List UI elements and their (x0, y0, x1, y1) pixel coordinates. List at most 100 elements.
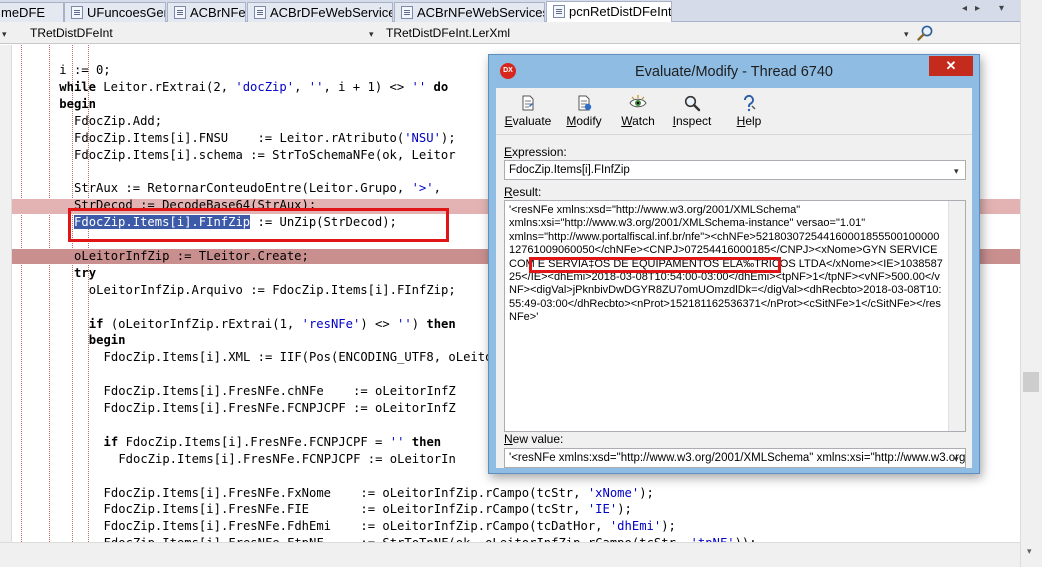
code-line[interactable]: while Leitor.rExtrai(2, 'docZip', '', i … (59, 80, 448, 95)
inspect-icon (684, 95, 701, 112)
tab-list-dropdown-icon[interactable]: ▾ (999, 3, 1004, 14)
code-line[interactable]: FdocZip.Add; (74, 114, 162, 129)
modify-button[interactable]: Modify (563, 94, 605, 132)
code-string: 'IE' (587, 502, 618, 517)
tab-scroll-left-icon[interactable]: ◂ (962, 3, 967, 14)
code-keyword: if (103, 434, 119, 449)
code-string: '' (411, 79, 427, 94)
code-string: 'NSU' (404, 130, 441, 145)
code-string: '' (389, 434, 405, 449)
code-token: Leitor.rExtrai(2, (95, 79, 236, 94)
new-value-label-text: ew value: (512, 432, 564, 446)
result-text-area[interactable]: '<resNFe xmlns:xsd="http://www.w3.org/20… (504, 200, 966, 432)
watch-label: atch (632, 114, 655, 128)
expression-label-text: xpression: (512, 145, 567, 159)
code-token: ); (617, 502, 632, 517)
code-token: FdocZip.Items[i].FNSU := Leitor.rAtribut… (74, 130, 405, 145)
new-value-dropdown-icon[interactable]: ▾ (954, 454, 959, 465)
code-token: FdocZip.Items[i].FresNFe.chNFe := oLeito… (103, 384, 456, 399)
new-value-input[interactable]: '<resNFe xmlns:xsd="http://www.w3.org/20… (504, 448, 966, 468)
code-token: , i + 1) <> (323, 79, 412, 94)
expression-dropdown-icon[interactable]: ▾ (954, 166, 959, 177)
code-keyword: if (88, 316, 104, 331)
annotation-highlight-box (529, 257, 781, 273)
scope-dropdown-icon[interactable]: ▾ (2, 29, 7, 40)
code-line[interactable]: FdocZip.Items[i].FresNFe.chNFe := oLeito… (104, 384, 456, 399)
code-line[interactable]: FdocZip.Items[i].FresNFe.FdhEmi := oLeit… (104, 519, 676, 534)
tab-ufuncoesgerais[interactable]: UFuncoesGerais (64, 2, 166, 22)
help-button[interactable]: Help (729, 94, 769, 132)
unit-file-icon (71, 6, 83, 19)
tab-medfe[interactable]: meDFE (0, 2, 64, 22)
watch-button[interactable]: Watch (617, 94, 659, 132)
code-line[interactable]: FdocZip.Items[i].FresNFe.FCNPJCPF := oLe… (104, 401, 456, 416)
code-keyword: while (59, 79, 96, 94)
code-token: FdocZip.Items[i].FresNFe.FCNPJCPF := oLe… (118, 451, 456, 466)
code-line[interactable]: if (oLeitorInfZip.rExtrai(1, 'resNFe') <… (89, 317, 456, 332)
tab-acbrdfewebservice[interactable]: ACBrDFeWebService (247, 2, 393, 22)
code-line[interactable]: StrAux := RetornarConteudoEntre(Leitor.G… (74, 181, 441, 196)
code-token: StrAux := RetornarConteudoEntre(Leitor.G… (74, 181, 412, 196)
watch-icon (629, 95, 647, 108)
code-string: 'resNFe' (301, 316, 361, 331)
tab-scroll-right-icon[interactable]: ▸ (975, 3, 980, 14)
code-line[interactable]: oLeitorInfZip.Arquivo := FdocZip.Items[i… (89, 283, 456, 298)
evaluate-button[interactable]: Evaluate (503, 94, 553, 132)
tab-label: ACBrDFeWebService (270, 5, 393, 20)
scrollbar-thumb[interactable] (1023, 372, 1039, 392)
code-token: , (433, 181, 441, 196)
inspect-button[interactable]: Inspect (669, 94, 715, 132)
unit-file-icon (254, 6, 266, 19)
class-combo[interactable]: TRetDistDFeInt (26, 24, 366, 42)
code-token: FdocZip.Add; (74, 113, 163, 128)
tab-label: meDFE (1, 5, 46, 20)
code-line[interactable]: FdocZip.Items[i].FresNFe.FIE := oLeitorI… (104, 502, 632, 517)
code-string: 'docZip' (235, 79, 295, 94)
expression-input[interactable]: FdocZip.Items[i].FInfZip (504, 160, 966, 180)
code-line[interactable]: i := 0; (59, 63, 110, 78)
code-line[interactable]: FdocZip.Items[i].FresNFe.FxNome := oLeit… (104, 486, 654, 501)
expression-label: Expression: (504, 145, 567, 159)
search-icon[interactable] (916, 24, 934, 42)
class-combo-dropdown-icon[interactable]: ▾ (369, 29, 374, 40)
scroll-down-icon[interactable]: ▾ (1027, 546, 1032, 557)
code-line[interactable]: try (74, 266, 96, 281)
dialog-title-bar[interactable]: DX Evaluate/Modify - Thread 6740 ✕ (489, 55, 979, 88)
result-scrollbar[interactable] (948, 201, 965, 431)
code-line[interactable]: oLeitorInfZip := TLeitor.Create; (74, 249, 309, 264)
code-token: , (294, 79, 309, 94)
code-line[interactable]: if FdocZip.Items[i].FresNFe.FCNPJCPF = '… (104, 435, 442, 450)
code-line[interactable]: FdocZip.Items[i].FNSU := Leitor.rAtribut… (74, 131, 456, 146)
editor-vertical-scrollbar[interactable]: ▾ (1020, 0, 1042, 567)
evaluate-label: valuate (512, 114, 552, 128)
code-token: ); (661, 519, 676, 534)
method-combo-value: TRetDistDFeInt.LerXml (386, 26, 511, 40)
close-button[interactable]: ✕ (929, 56, 973, 76)
evaluate-icon (522, 95, 534, 111)
tab-label: UFuncoesGerais (87, 5, 165, 20)
editor-horizontal-scrollbar[interactable] (0, 542, 1020, 567)
code-string: '>' (411, 181, 434, 196)
tab-acbrnfe[interactable]: ACBrNFe (167, 2, 246, 22)
method-combo-dropdown-icon[interactable]: ▾ (904, 29, 909, 40)
tab-acbrnfewebservices[interactable]: ACBrNFeWebServices (394, 2, 545, 22)
code-line[interactable]: FdocZip.Items[i].schema := StrToSchemaNF… (74, 148, 456, 163)
modify-accel: M (566, 114, 577, 128)
new-value-accel: N (504, 432, 513, 446)
code-line[interactable]: begin (89, 333, 126, 348)
code-line[interactable]: begin (59, 97, 96, 112)
new-value-value: '<resNFe xmlns:xsd="http://www.w3.org/20… (509, 452, 966, 464)
tab-label: pcnRetDistDFeInt (569, 4, 672, 19)
code-keyword: try (74, 265, 97, 280)
method-combo[interactable]: TRetDistDFeInt.LerXml (382, 24, 902, 42)
editor-gutter[interactable] (0, 45, 12, 542)
evaluate-modify-dialog: DX Evaluate/Modify - Thread 6740 ✕ Evalu… (488, 54, 980, 474)
code-keyword: begin (88, 333, 126, 348)
unit-file-icon (401, 6, 413, 19)
tab-label: ACBrNFe (190, 5, 246, 20)
code-line[interactable]: FdocZip.Items[i].FresNFe.FCNPJCPF := oLe… (118, 452, 456, 467)
dialog-toolbar: Evaluate Modify Watch Inspect Help (496, 88, 972, 135)
tab-pcnretdistdfeint[interactable]: pcnRetDistDFeInt (546, 1, 672, 22)
right-margin-guide (21, 45, 22, 542)
code-keyword: begin (59, 96, 96, 111)
